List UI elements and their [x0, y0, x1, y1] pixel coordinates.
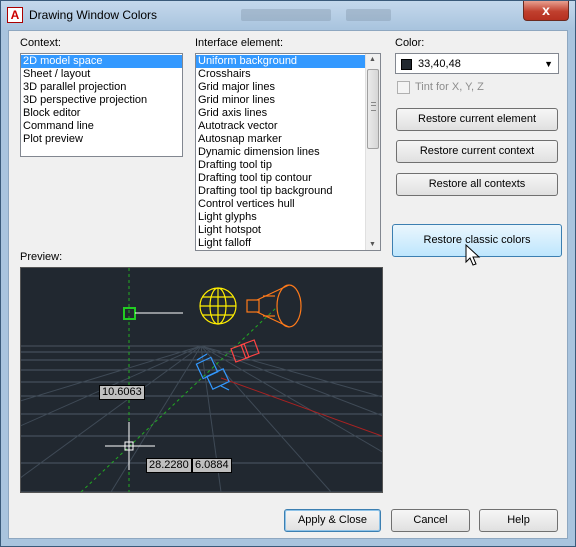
dropdown-arrow-icon: ▼ [544, 59, 553, 69]
dimension-tooltip-3: 6.0884 [192, 458, 232, 473]
context-list-item[interactable]: 2D model space [21, 55, 182, 68]
interface-element-list-item[interactable]: Drafting tool tip [196, 159, 380, 172]
tint-checkbox[interactable] [397, 81, 410, 94]
color-value: 33,40,48 [418, 58, 461, 70]
dialog-client-area: Context: 2D model space Sheet / layout 3D … [8, 30, 568, 539]
context-list-item[interactable]: Command line [21, 120, 182, 133]
color-label: Color: [395, 37, 425, 49]
apply-close-button[interactable]: Apply & Close [284, 509, 381, 532]
restore-all-contexts-button[interactable]: Restore all contexts [396, 173, 558, 196]
dimension-tooltip-2: 28.2280 [146, 458, 192, 473]
context-list-item[interactable]: Sheet / layout [21, 68, 182, 81]
interface-element-list-item[interactable]: Crosshairs [196, 68, 380, 81]
restore-current-element-button[interactable]: Restore current element [396, 108, 558, 131]
preview-canvas: 10.6063 28.2280 6.0884 [20, 267, 383, 493]
interface-element-list-item[interactable]: Grid minor lines [196, 94, 380, 107]
interface-element-label: Interface element: [195, 37, 284, 49]
window-title: Drawing Window Colors [29, 8, 158, 22]
interface-element-scrollbar[interactable]: ▲ ▼ [365, 54, 380, 250]
color-dropdown[interactable]: 33,40,48 ▼ [395, 53, 559, 74]
scroll-down-icon[interactable]: ▼ [369, 241, 376, 248]
interface-element-list-item[interactable]: Drafting tool tip contour [196, 172, 380, 185]
background-ghost-tab [346, 9, 391, 21]
interface-element-list-item[interactable]: Light glyphs [196, 211, 380, 224]
dimension-tooltip-1: 10.6063 [99, 385, 145, 400]
cancel-button[interactable]: Cancel [391, 509, 470, 532]
context-list-item[interactable]: 3D perspective projection [21, 94, 182, 107]
interface-element-list-item[interactable]: Autosnap marker [196, 133, 380, 146]
autocad-app-icon[interactable]: A [7, 7, 23, 23]
context-label: Context: [20, 37, 61, 49]
interface-element-list-item[interactable]: Grid major lines [196, 81, 380, 94]
interface-element-list-item[interactable]: Control vertices hull [196, 198, 380, 211]
restore-current-context-button[interactable]: Restore current context [396, 140, 558, 163]
help-button[interactable]: Help [479, 509, 558, 532]
interface-element-list-item[interactable]: Uniform background [196, 55, 380, 68]
color-swatch [401, 59, 412, 70]
interface-element-list-item[interactable]: Autotrack vector [196, 120, 380, 133]
interface-element-list-item[interactable]: Grid axis lines [196, 107, 380, 120]
background-ghost-tab [241, 9, 331, 21]
context-listbox[interactable]: 2D model space Sheet / layout 3D parallel … [20, 53, 183, 157]
scroll-up-icon[interactable]: ▲ [369, 56, 376, 63]
dialog-window: A Drawing Window Colors x Context: 2D mo… [0, 0, 576, 547]
tint-label: Tint for X, Y, Z [415, 81, 484, 93]
interface-element-list-item[interactable]: Drafting tool tip background [196, 185, 380, 198]
context-list-item[interactable]: 3D parallel projection [21, 81, 182, 94]
interface-element-list-item[interactable]: Dynamic dimension lines [196, 146, 380, 159]
mouse-cursor-icon [465, 243, 481, 266]
context-list-item[interactable]: Block editor [21, 107, 182, 120]
scrollbar-thumb[interactable] [367, 69, 379, 149]
preview-label: Preview: [20, 251, 63, 263]
context-list-item[interactable]: Plot preview [21, 133, 182, 146]
interface-element-listbox[interactable]: ▲ ▼ Uniform background Crosshairs Grid maj… [195, 53, 381, 251]
interface-element-list-item[interactable]: Light hotspot [196, 224, 380, 237]
title-bar[interactable]: A Drawing Window Colors x [1, 1, 575, 29]
close-button[interactable]: x [523, 1, 569, 21]
interface-element-list-item[interactable]: Light falloff [196, 237, 380, 250]
